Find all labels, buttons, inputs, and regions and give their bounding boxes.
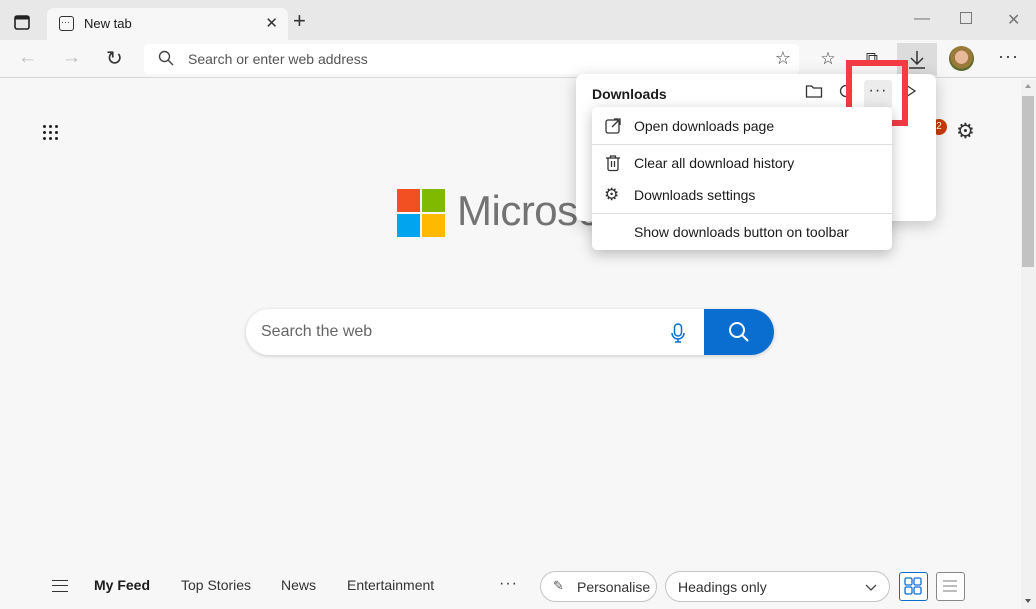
microsoft-logo <box>397 189 445 237</box>
layout-select[interactable]: Headings only <box>665 571 890 602</box>
back-arrow-icon[interactable]: ← <box>18 47 37 69</box>
downloads-panel-title: Downloads <box>592 86 667 102</box>
minimize-icon[interactable]: — <box>914 10 930 28</box>
personalise-button[interactable]: ✎ Personalise <box>540 571 657 602</box>
tab-title: New tab <box>84 16 132 31</box>
web-search-box[interactable]: Search the web <box>246 309 774 355</box>
address-bar[interactable]: Search or enter web address ☆ <box>144 44 799 74</box>
page-scrollbar[interactable] <box>1021 80 1036 609</box>
grid-view-button[interactable] <box>899 572 928 601</box>
web-search-button[interactable] <box>704 309 774 355</box>
add-favorite-icon[interactable]: ☆ <box>775 48 791 69</box>
feed-tab-entertainment[interactable]: Entertainment <box>347 577 434 593</box>
list-view-button[interactable] <box>936 572 965 601</box>
web-search-input[interactable]: Search the web <box>261 323 372 341</box>
scroll-down-arrow-icon[interactable] <box>1025 599 1031 603</box>
page-settings-gear-icon[interactable]: ⚙ <box>956 119 975 144</box>
menu-item-label: Downloads settings <box>634 187 756 203</box>
address-input[interactable]: Search or enter web address <box>188 51 368 67</box>
scroll-thumb[interactable] <box>1022 96 1034 267</box>
menu-item-show-downloads-button[interactable]: Show downloads button on toolbar <box>592 217 892 247</box>
external-link-icon <box>605 118 621 134</box>
feed-tab-top-stories[interactable]: Top Stories <box>181 577 251 593</box>
folder-icon[interactable] <box>802 83 826 107</box>
new-tab-favicon-icon <box>59 16 74 31</box>
new-tab-plus-icon[interactable]: + <box>293 10 306 32</box>
apps-launcher-icon[interactable] <box>43 125 61 143</box>
feed-navigation: My Feed Top Stories News Entertainment ·… <box>0 568 1020 604</box>
hamburger-menu-icon[interactable] <box>52 580 68 592</box>
menu-item-clear-download-history[interactable]: Clear all download history <box>592 148 892 178</box>
feed-more-icon[interactable]: ··· <box>499 575 518 593</box>
search-icon <box>729 322 749 342</box>
downloads-context-menu: Open downloads page Clear all download h… <box>592 107 892 250</box>
profile-avatar[interactable] <box>949 46 974 71</box>
chevron-down-icon <box>865 584 877 591</box>
menu-divider <box>592 144 892 145</box>
maximize-icon[interactable] <box>960 12 972 24</box>
menu-divider <box>592 213 892 214</box>
personalise-label: Personalise <box>577 579 651 595</box>
tab-close-icon[interactable]: ✕ <box>265 14 278 32</box>
title-bar: New tab ✕ + — ✕ <box>0 0 1036 40</box>
menu-item-open-downloads-page[interactable]: Open downloads page <box>592 111 892 141</box>
menu-item-downloads-settings[interactable]: ⚙ Downloads settings <box>592 180 892 210</box>
list-view-icon <box>943 580 957 592</box>
refresh-icon[interactable]: ↻ <box>106 46 123 71</box>
menu-item-label: Show downloads button on toolbar <box>634 224 849 240</box>
forward-arrow-icon[interactable]: → <box>62 47 81 69</box>
trash-icon <box>606 155 620 172</box>
scroll-up-arrow-icon[interactable] <box>1025 84 1031 88</box>
gear-icon: ⚙ <box>604 185 620 204</box>
menu-item-label: Open downloads page <box>634 118 775 134</box>
tab-actions-icon[interactable] <box>12 13 34 33</box>
grid-view-icon <box>904 577 922 595</box>
feed-tab-news[interactable]: News <box>281 577 316 593</box>
microphone-icon[interactable] <box>666 321 690 345</box>
menu-item-label: Clear all download history <box>634 155 795 171</box>
feed-tab-my-feed[interactable]: My Feed <box>94 577 150 593</box>
search-icon <box>158 50 174 66</box>
window-close-icon[interactable]: ✕ <box>1007 10 1020 30</box>
layout-select-value: Headings only <box>678 579 767 595</box>
settings-more-icon[interactable]: ··· <box>998 46 1019 67</box>
pencil-icon: ✎ <box>553 578 564 593</box>
favorites-icon[interactable]: ☆ <box>814 45 842 73</box>
tab-new-tab[interactable]: New tab ✕ <box>47 8 288 40</box>
